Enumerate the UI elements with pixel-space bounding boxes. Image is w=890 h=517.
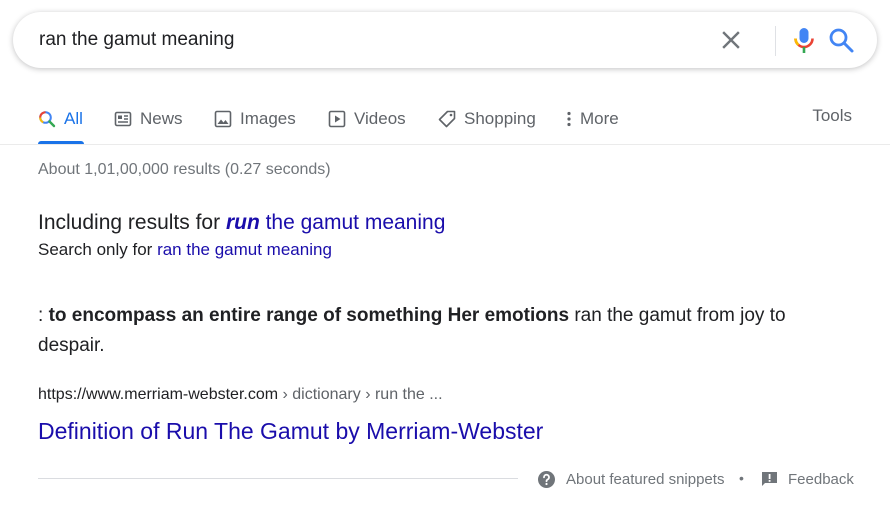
help-icon: [538, 470, 555, 488]
voice-search-button[interactable]: [791, 26, 817, 54]
tab-label: News: [140, 109, 183, 128]
search-button[interactable]: [827, 26, 855, 54]
snippet-bold: to encompass an entire range of somethin…: [48, 305, 570, 326]
tab-label: All: [64, 109, 83, 128]
corrected-query-link[interactable]: run the gamut meaning: [226, 211, 445, 234]
about-label: About featured snippets: [566, 470, 725, 488]
result-site: https://www.merriam-webster.com: [38, 386, 279, 403]
clear-button[interactable]: [719, 28, 743, 52]
snippet-prefix: :: [38, 305, 49, 326]
tab-videos[interactable]: Videos: [328, 106, 406, 132]
search-results-page: All News Images Videos: [0, 0, 890, 517]
tag-icon: [438, 110, 456, 128]
tabs-divider: [0, 144, 890, 145]
tab-images[interactable]: Images: [214, 106, 296, 132]
search-only-prefix: Search only for: [38, 240, 158, 259]
search-bar: [13, 12, 877, 68]
tab-more[interactable]: More: [566, 106, 619, 132]
image-icon: [214, 110, 232, 128]
spelling-correction: Including results for run the gamut mean…: [38, 211, 445, 235]
corrected-rest: the gamut meaning: [259, 211, 446, 234]
news-icon: [114, 111, 132, 127]
result-url: https://www.merriam-webster.com › dictio…: [38, 386, 443, 404]
tab-label: Images: [240, 109, 296, 128]
searchbar-divider: [775, 26, 776, 56]
tools-button[interactable]: Tools: [812, 106, 852, 126]
corrected-word: run: [225, 211, 260, 234]
search-only-notice: Search only for ran the gamut meaning: [38, 240, 332, 260]
search-icon: [39, 111, 56, 128]
tab-label: More: [580, 109, 619, 128]
video-icon: [328, 110, 346, 128]
footer-divider: [38, 478, 518, 479]
tab-all[interactable]: All: [38, 106, 83, 132]
tab-label: Shopping: [464, 109, 536, 128]
feedback-button[interactable]: Feedback: [761, 468, 854, 490]
tab-news[interactable]: News: [114, 106, 183, 132]
tab-shopping[interactable]: Shopping: [438, 106, 536, 132]
feedback-label: Feedback: [788, 470, 854, 488]
original-query-link[interactable]: ran the gamut meaning: [157, 240, 332, 259]
microphone-icon: [794, 28, 814, 53]
more-vert-icon: [567, 111, 571, 127]
result-title-link[interactable]: Definition of Run The Gamut by Merriam-W…: [38, 418, 543, 445]
close-icon: [722, 31, 740, 49]
including-prefix: Including results for: [38, 211, 226, 234]
search-input[interactable]: [39, 26, 679, 54]
result-stats: About 1,01,00,000 results (0.27 seconds): [38, 161, 331, 178]
featured-snippet-text: : to encompass an entire range of someth…: [38, 301, 848, 361]
result-breadcrumbs: › dictionary › run the ...: [278, 386, 443, 403]
search-tabs: All News Images Videos Shopping More: [0, 100, 890, 144]
feedback-icon: [762, 471, 777, 486]
tab-label: Videos: [354, 109, 406, 128]
footer-separator: •: [739, 470, 744, 486]
about-featured-snippets-button[interactable]: About featured snippets: [537, 468, 724, 490]
search-icon: [829, 28, 854, 53]
